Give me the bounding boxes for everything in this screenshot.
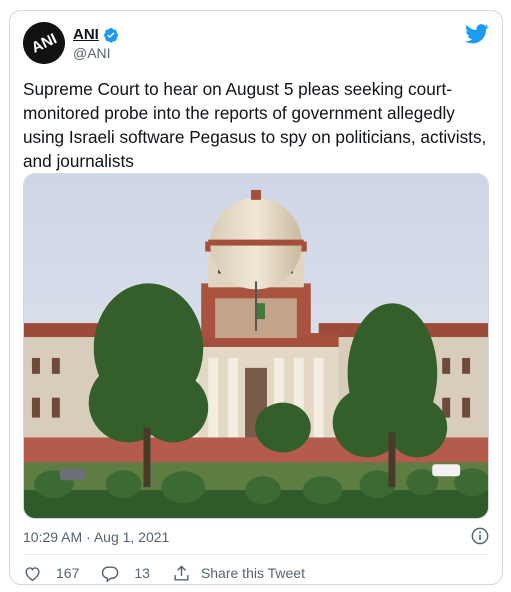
reply-count: 13: [134, 565, 150, 581]
like-button[interactable]: 167: [23, 564, 79, 583]
tweet-timestamp[interactable]: 10:29 AM · Aug 1, 2021: [23, 529, 169, 545]
author-display-name[interactable]: ANI: [73, 26, 99, 43]
tweet-actions: 167 13 Share this Tweet: [23, 562, 327, 584]
supreme-court-photo: [24, 174, 488, 518]
info-icon[interactable]: [471, 527, 489, 545]
heart-icon: [25, 566, 40, 581]
avatar[interactable]: ANI: [23, 22, 65, 64]
share-icon: [174, 564, 189, 581]
tweet-photo[interactable]: [23, 173, 489, 519]
tweet-meta: 10:29 AM · Aug 1, 2021: [23, 527, 489, 547]
twitter-bird-icon[interactable]: [465, 24, 489, 44]
author-block: ANI @ANI: [73, 26, 119, 61]
tweet-text: Supreme Court to hear on August 5 pleas …: [23, 79, 487, 171]
tweet-header: ANI ANI @ANI: [23, 22, 489, 66]
verified-badge-icon: [103, 27, 118, 43]
author-handle[interactable]: @ANI: [73, 45, 119, 61]
share-label: Share this Tweet: [200, 565, 305, 581]
like-count: 167: [56, 565, 80, 581]
reply-icon: [102, 565, 119, 582]
reply-button[interactable]: 13: [101, 564, 150, 583]
share-button[interactable]: Share this Tweet: [172, 564, 305, 583]
tweet-card: ANI ANI @ANI Supreme Court to hear on Au…: [9, 10, 503, 585]
divider: [23, 554, 489, 555]
